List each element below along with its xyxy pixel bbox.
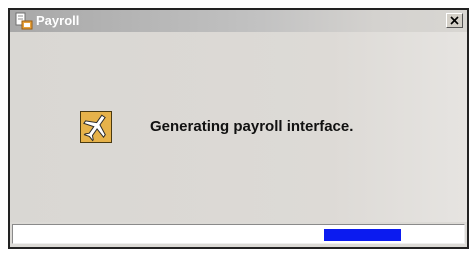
dialog-body: Generating payroll interface. [10, 32, 467, 222]
payroll-dialog: Payroll Generating payroll interface. [8, 8, 469, 249]
status-message: Generating payroll interface. [150, 118, 354, 135]
progress-bar [12, 224, 465, 244]
title-bar[interactable]: Payroll [10, 10, 467, 32]
progress-indicator [324, 229, 401, 241]
window-title: Payroll [36, 13, 80, 28]
payroll-app-icon [14, 12, 34, 30]
close-button[interactable] [446, 13, 463, 28]
close-icon [450, 16, 459, 25]
airplane-icon [80, 111, 112, 143]
